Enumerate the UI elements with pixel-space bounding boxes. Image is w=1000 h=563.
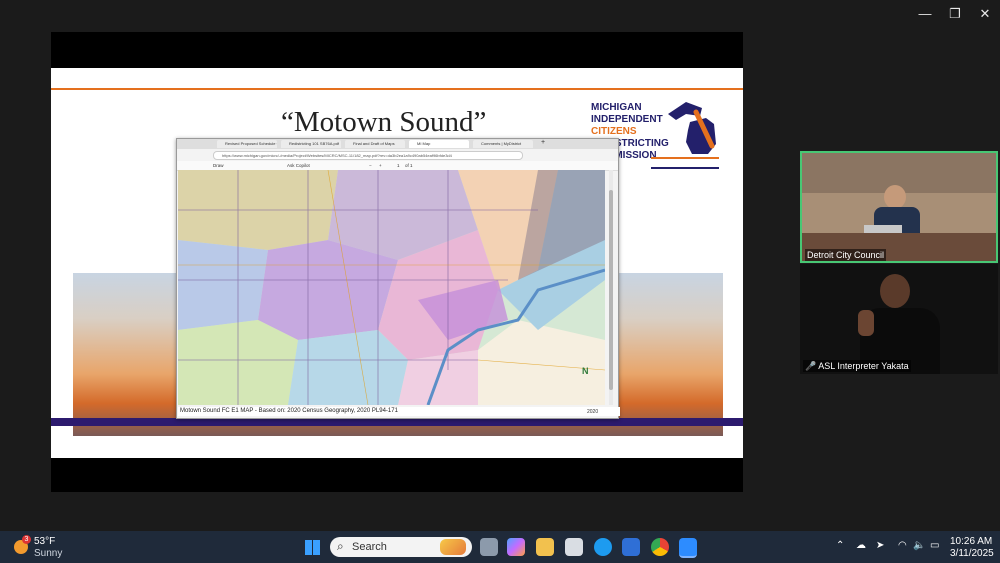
page-count: of 1	[405, 163, 413, 168]
notepad-icon[interactable]	[622, 538, 640, 556]
clock-date[interactable]: 3/11/2025	[950, 548, 994, 559]
chevron-up-icon[interactable]: ⌃	[836, 540, 844, 551]
close-button[interactable]: ✕	[970, 6, 1000, 22]
interpreter-head	[880, 274, 910, 308]
weather-temp[interactable]: 53°F	[34, 536, 55, 547]
zoom-icon[interactable]	[679, 538, 697, 558]
map-caption: Motown Sound FC E1 MAP - Based on: 2020 …	[178, 407, 620, 416]
tab-strip: Revised Proposed Schedule for Redistrict…	[177, 139, 618, 149]
weather-condition[interactable]: Sunny	[34, 548, 62, 559]
participant-video-asl-interpreter[interactable]: 🎤 ASL Interpreter Yakata	[800, 264, 998, 374]
volume-icon[interactable]: 🔈	[913, 540, 925, 551]
copilot-icon[interactable]	[507, 538, 525, 556]
task-view-icon[interactable]	[480, 538, 498, 556]
mic-muted-icon: 🎤	[805, 361, 817, 371]
search-placeholder: Search	[352, 541, 387, 553]
weather-badge: 3	[22, 535, 31, 544]
zoom-out-button[interactable]: −	[369, 161, 372, 170]
onedrive-icon[interactable]: ☁	[856, 540, 866, 551]
browser-tab[interactable]: Comments | MyDistrict	[473, 140, 533, 148]
address-bar[interactable]: https://www.michigan.gov/micrc/-/media/P…	[213, 151, 523, 160]
battery-icon[interactable]: ▭	[930, 540, 939, 551]
browser-tab[interactable]: Redistricting 101 SB76A.pdf	[281, 140, 341, 148]
pdf-scrollbar[interactable]	[609, 170, 613, 405]
page-number[interactable]: 1	[397, 161, 400, 170]
chrome-icon[interactable]	[651, 538, 669, 556]
slide-footer-band	[51, 418, 743, 426]
interpreter-hand	[858, 310, 874, 336]
district-map: N	[178, 170, 605, 405]
michigan-logo-icon	[668, 102, 716, 154]
participant-name-text: ASL Interpreter Yakata	[818, 361, 909, 371]
wifi-icon[interactable]: ◠	[898, 540, 907, 551]
search-icon: ⌕	[337, 539, 344, 553]
file-explorer-icon[interactable]	[536, 538, 554, 556]
search-highlight-icon	[440, 539, 466, 555]
draw-button[interactable]: Draw	[213, 161, 224, 170]
participant-video-detroit-city-council[interactable]: Detroit City Council	[800, 151, 998, 263]
snipping-tool-icon[interactable]	[565, 538, 583, 556]
zoom-in-button[interactable]: +	[379, 161, 382, 170]
minimize-button[interactable]: —	[910, 6, 940, 21]
district-map-graphic	[178, 170, 605, 405]
restore-button[interactable]: ❐	[940, 6, 970, 22]
map-footer-year: 2020	[587, 409, 599, 415]
clock-time[interactable]: 10:26 AM	[950, 536, 992, 547]
participant-name: 🎤 ASL Interpreter Yakata	[803, 360, 911, 372]
taskbar	[0, 531, 1000, 563]
new-tab-button[interactable]: +	[541, 139, 545, 146]
twitter-icon[interactable]	[594, 538, 612, 556]
browser-tab-active[interactable]: MI Map	[409, 140, 469, 148]
speaker-head	[884, 185, 906, 209]
browser-window: Revised Proposed Schedule for Redistrict…	[176, 138, 620, 419]
logo-underline	[651, 157, 719, 169]
slide-header-rule	[51, 88, 743, 90]
slide-title: “Motown Sound”	[281, 106, 487, 138]
participant-name: Detroit City Council	[805, 249, 887, 261]
browser-tab[interactable]: Revised Proposed Schedule for	[217, 140, 277, 148]
ask-copilot-button[interactable]: Ask Copilot	[287, 161, 310, 170]
compass-icon: N	[582, 366, 589, 376]
start-windows-icon[interactable]	[305, 540, 320, 555]
browser-tab[interactable]: Final and Draft of Maps	[345, 140, 405, 148]
location-icon[interactable]: ➤	[876, 540, 884, 551]
